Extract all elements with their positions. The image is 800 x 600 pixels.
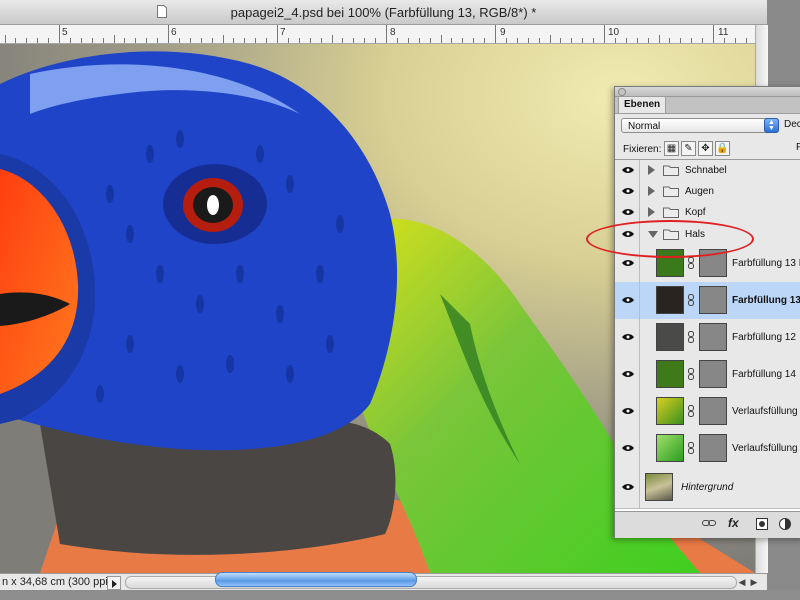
expand-triangle-icon[interactable] [648,186,655,196]
blend-mode-value: Normal [628,121,661,132]
tab-ebenen[interactable]: Ebenen [618,97,667,113]
chain-link-icon[interactable] [688,257,694,269]
layers-panel: Ebenen Normal ▲▼ Deck Fixieren: ▦✎✥🔒 F S… [614,86,800,538]
status-menu-arrow-icon[interactable] [107,576,121,590]
folder-icon [663,186,679,197]
eye-icon[interactable] [622,483,634,491]
layer-name: Verlaufsfüllung 3 [732,443,800,454]
layer-thumbnail [656,397,684,425]
group-name: Augen [685,186,714,197]
ruler-number: 7 [280,27,286,38]
horizontal-ruler[interactable]: 5 6 7 8 9 10 11 [0,25,755,44]
layer-name: Farbfüllung 14 [732,369,796,380]
eye-icon[interactable] [622,296,634,304]
scroll-left-icon[interactable]: ◀ [737,576,747,588]
layer-thumbnail [656,286,684,314]
panel-tab-bar: Ebenen [615,97,800,114]
eye-icon[interactable] [622,333,634,341]
layer-thumbnail [656,360,684,388]
layer-name: Farbfüllung 13 Ko [732,258,800,269]
fill-label: F [796,142,800,153]
layer-name: Farbfüllung 13 [732,295,800,306]
layer-row-background[interactable]: Hintergrund [615,467,800,509]
layer-group-schnabel[interactable]: Schnabel [615,160,800,182]
folder-icon [663,207,679,218]
ruler-number: 5 [62,27,68,38]
layer-row[interactable]: Farbfüllung 14 [615,356,800,394]
lock-position-icon[interactable]: ✥ [698,141,713,156]
scroll-right-icon[interactable]: ▶ [749,576,759,588]
panel-close-icon[interactable] [618,88,626,96]
layer-row[interactable]: Verlaufsfüllung 3 [615,430,800,468]
chain-link-icon[interactable] [688,331,694,343]
select-arrows-icon: ▲ ▼ [764,118,779,133]
lock-transparency-icon[interactable]: ▦ [664,141,679,156]
ruler-number: 8 [390,27,396,38]
ruler-ticks [5,25,747,43]
chain-link-icon[interactable] [688,442,694,454]
panel-footer: fx [615,511,800,538]
layer-name: Verlaufsfüllung 4 [732,406,800,417]
ruler-number: 9 [500,27,506,38]
opacity-label: Deck [784,119,800,130]
lock-options: ▦ ✎ ✥ 🔒 [664,141,732,156]
annotation-circle [586,220,754,258]
lock-pixels-icon[interactable]: ✎ [681,141,696,156]
document-title-bar[interactable]: papagei2_4.psd bei 100% (Farbfüllung 13,… [0,0,767,25]
lock-label: Fixieren: [623,144,662,155]
panel-title-bar[interactable] [615,87,800,97]
chain-link-icon[interactable] [688,405,694,417]
link-icon[interactable] [702,518,716,531]
adjustment-icon[interactable] [779,518,791,533]
fx-icon[interactable]: fx [728,516,739,530]
eye-icon[interactable] [622,187,634,195]
chain-link-icon[interactable] [688,368,694,380]
expand-triangle-icon[interactable] [648,207,655,217]
layer-name: Hintergrund [681,482,734,493]
expand-triangle-icon[interactable] [648,165,655,175]
layer-mask-thumbnail[interactable] [699,286,727,314]
layer-mask-thumbnail[interactable] [699,360,727,388]
layer-mask-thumbnail[interactable] [699,397,727,425]
horizontal-scroll-thumb[interactable] [215,572,417,587]
ruler-number: 11 [718,27,729,38]
mask-icon[interactable] [756,518,768,533]
chain-link-icon[interactable] [688,294,694,306]
ruler-number: 6 [171,27,177,38]
background-thumbnail [645,473,673,501]
folder-icon [663,165,679,176]
layers-list: Schnabel Augen Kopf Hals Farbfüllung 13 … [615,159,800,511]
layer-row[interactable]: Verlaufsfüllung 4 [615,393,800,431]
layer-row-selected[interactable]: Farbfüllung 13 [615,282,800,320]
workspace-background [0,590,800,600]
group-name: Kopf [685,207,706,218]
group-name: Schnabel [685,165,727,176]
layer-thumbnail [656,434,684,462]
eye-icon[interactable] [622,259,634,267]
layer-thumbnail [656,323,684,351]
document-title: papagei2_4.psd bei 100% (Farbfüllung 13,… [230,5,537,20]
layer-mask-thumbnail[interactable] [699,323,727,351]
lock-all-icon[interactable]: 🔒 [715,141,730,156]
eye-icon[interactable] [622,407,634,415]
blend-mode-select[interactable]: Normal ▲ ▼ [621,118,779,133]
document-size-status: n x 34,68 cm (300 ppi) [2,576,112,588]
eye-icon[interactable] [622,166,634,174]
layer-group-augen[interactable]: Augen [615,181,800,203]
eye-icon[interactable] [622,444,634,452]
eye-icon[interactable] [622,208,634,216]
layer-mask-thumbnail[interactable] [699,434,727,462]
layer-name: Farbfüllung 12 [732,332,796,343]
layer-row[interactable]: Farbfüllung 12 [615,319,800,357]
ruler-number: 10 [608,27,620,38]
eye-icon[interactable] [622,370,634,378]
